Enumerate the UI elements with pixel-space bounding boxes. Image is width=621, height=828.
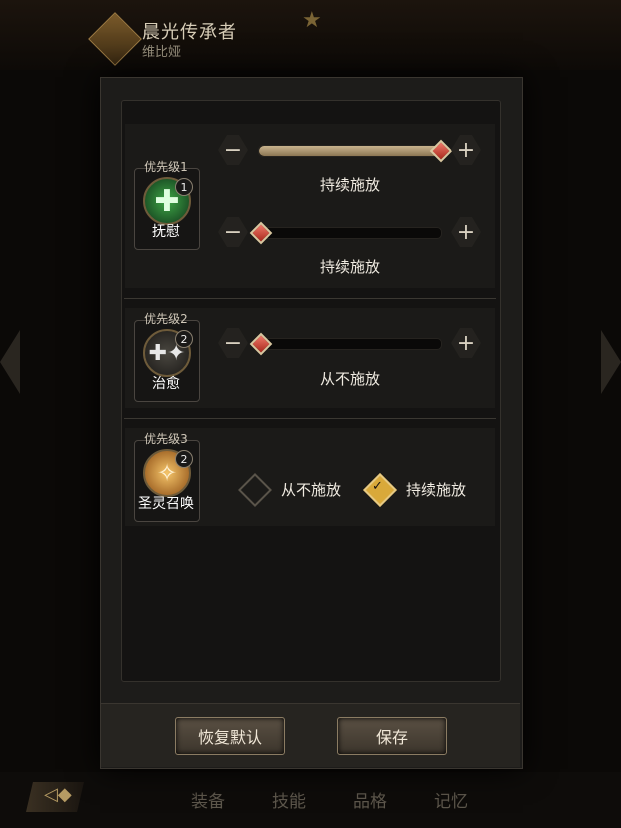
- skill-level-badge: 1: [175, 178, 193, 196]
- save-button[interactable]: 保存: [337, 717, 447, 755]
- restore-default-button[interactable]: 恢复默认: [175, 717, 285, 755]
- always-cast-label[interactable]: 持续施放: [406, 479, 466, 500]
- star-ornament-icon: ★: [302, 8, 322, 33]
- character-name: 维比娅: [142, 45, 182, 60]
- cast-mode-label: 持续施放: [319, 176, 380, 194]
- row-divider: [124, 298, 496, 299]
- skill-level-badge: 2: [175, 450, 193, 468]
- row-divider: [124, 418, 496, 419]
- tab-memory[interactable]: 记忆: [434, 787, 468, 812]
- tab-skills[interactable]: 技能: [272, 787, 306, 812]
- back-arrow-icon: ◁◆: [44, 784, 72, 805]
- bottom-tab-bar: [0, 772, 621, 828]
- next-arrow-icon[interactable]: [601, 330, 621, 394]
- dialog-footer: [101, 703, 520, 767]
- skill-priority-label: 优先级1: [144, 160, 188, 174]
- check-icon: ✓: [372, 479, 383, 494]
- skill-priority-label: 优先级3: [144, 432, 188, 446]
- tab-character[interactable]: 品格: [353, 787, 387, 812]
- skill-level-badge: 2: [175, 330, 193, 348]
- skill-name: 治愈: [152, 376, 180, 392]
- cast-slider-track[interactable]: [258, 145, 442, 157]
- cast-slider-fill: [259, 146, 441, 156]
- skill-priority-label: 优先级2: [144, 312, 188, 326]
- cast-mode-label: 持续施放: [319, 258, 380, 276]
- skill-name: 抚慰: [152, 224, 180, 240]
- prev-arrow-icon[interactable]: [0, 330, 20, 394]
- skill-name: 圣灵召唤: [138, 496, 194, 512]
- cast-slider-track[interactable]: [258, 227, 442, 239]
- cast-slider-track[interactable]: [258, 338, 442, 350]
- never-cast-label[interactable]: 从不施放: [281, 479, 341, 500]
- tab-equipment[interactable]: 装备: [191, 787, 225, 812]
- cast-mode-label: 从不施放: [319, 370, 380, 388]
